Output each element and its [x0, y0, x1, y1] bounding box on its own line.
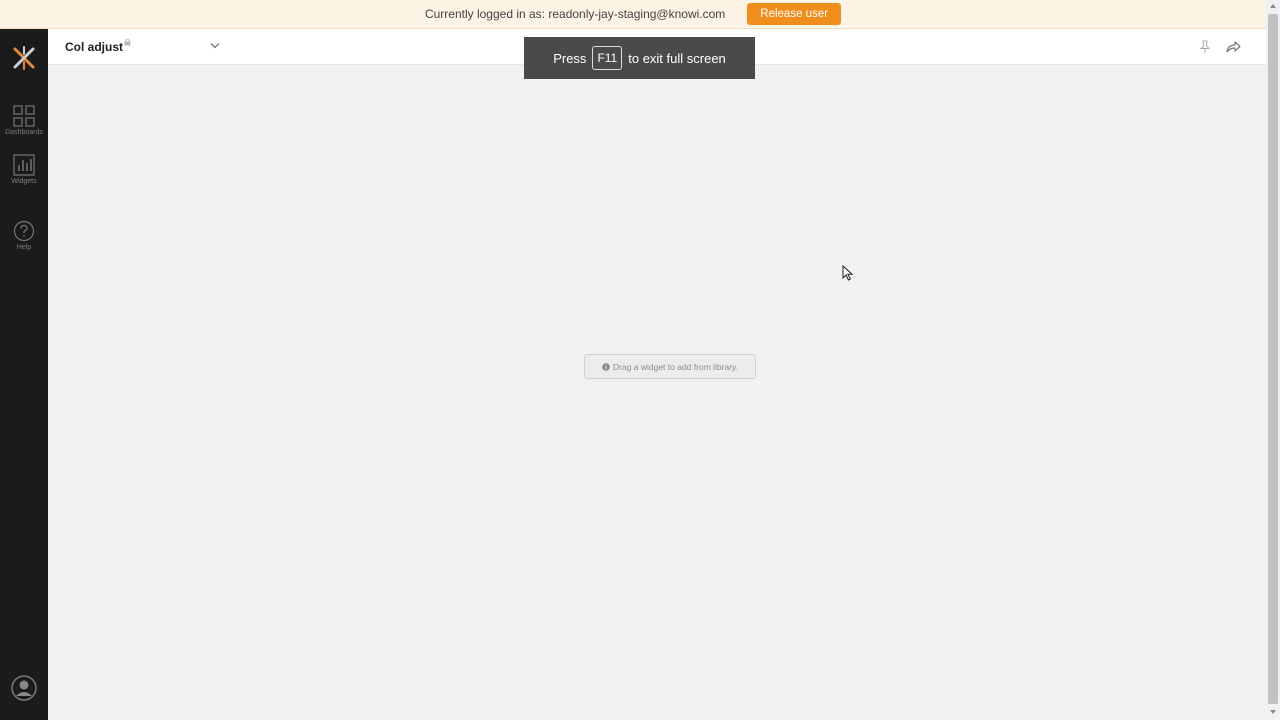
share-icon[interactable]	[1226, 40, 1241, 53]
sidebar-item-label: Widgets	[11, 178, 37, 185]
release-user-button[interactable]: Release user	[747, 3, 842, 25]
bar-chart-icon	[13, 154, 35, 176]
toast-key: F11	[592, 46, 623, 70]
scroll-up-arrow-icon[interactable]	[1269, 3, 1277, 9]
toast-suffix-text: to exit full screen	[628, 50, 726, 66]
dashboards-grid-icon	[13, 105, 35, 127]
logged-in-text: Currently logged in as: readonly-jay-sta…	[424, 7, 726, 21]
impersonation-banner: Currently logged in as: readonly-jay-sta…	[0, 0, 1266, 29]
scroll-down-arrow-icon[interactable]	[1269, 709, 1277, 715]
fullscreen-toast: Press F11 to exit full screen	[524, 37, 755, 79]
sidebar-item-label: Help	[16, 244, 32, 251]
chevron-down-icon[interactable]	[210, 42, 220, 49]
toast-press-text: Press	[553, 50, 587, 66]
sidebar-item-widgets[interactable]: Widgets	[0, 154, 48, 198]
lock-icon	[124, 38, 131, 46]
vertical-scrollbar[interactable]	[1266, 0, 1280, 720]
info-circle-icon	[602, 362, 610, 371]
sidebar: Dashboards Widgets Help	[0, 29, 48, 720]
sidebar-item-help[interactable]: Help	[0, 220, 48, 264]
question-circle-icon	[13, 220, 35, 242]
pin-icon[interactable]	[1199, 40, 1211, 54]
empty-dashboard-hint: Drag a widget to add from library.	[584, 354, 756, 379]
sidebar-item-dashboards[interactable]: Dashboards	[0, 105, 48, 149]
sidebar-item-label: Dashboards	[5, 129, 43, 136]
hint-text: Drag a widget to add from library.	[612, 361, 739, 372]
dashboard-title[interactable]: Col adjust	[65, 40, 123, 54]
knowi-logo-icon[interactable]	[10, 44, 38, 72]
user-avatar-icon[interactable]	[11, 675, 37, 701]
dashboard-canvas[interactable]: Drag a widget to add from library.	[48, 65, 1266, 720]
scrollbar-thumb[interactable]	[1268, 14, 1278, 704]
mouse-cursor-icon	[842, 265, 853, 281]
